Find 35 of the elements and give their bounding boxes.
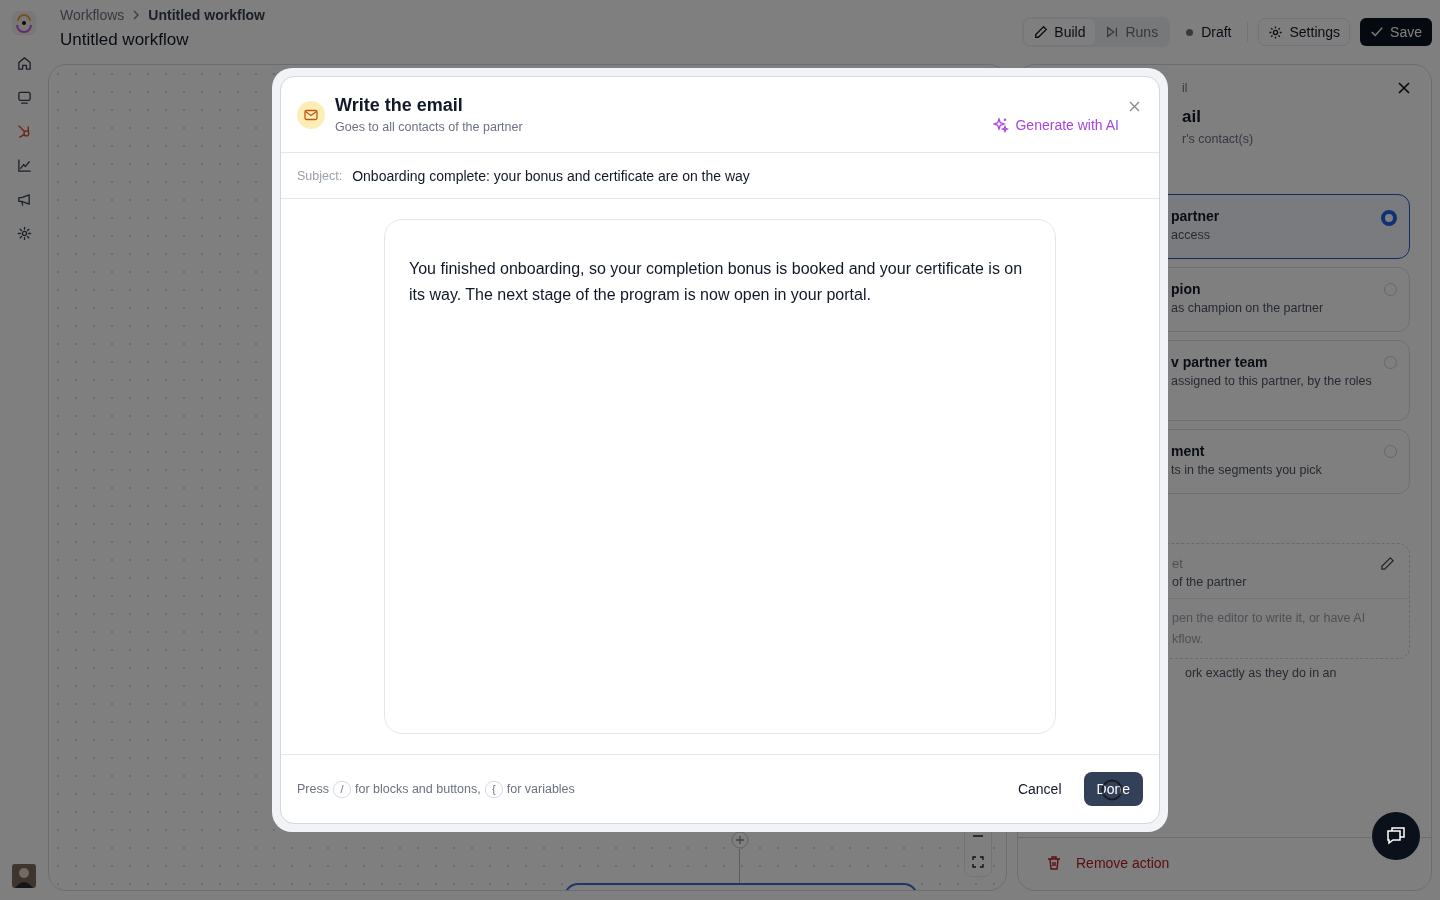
option-description: as champion on the partner — [1171, 301, 1324, 315]
panel-subtitle: r's contact(s) — [1182, 132, 1254, 146]
dialog-title: Write the email — [335, 95, 464, 116]
subject-label: Subject: — [297, 168, 343, 183]
option-description: assigned to this partner, by the roles — [1171, 374, 1372, 388]
email-body-text: You finished onboarding, so your completion bonus is booked and your certificate is on its way. The next stage of the program is now open in your portal. — [409, 259, 1023, 305]
settings-button[interactable]: Settings — [1258, 18, 1351, 46]
cancel-button[interactable]: Cancel — [1005, 773, 1074, 805]
draft-subtitle: of the partner — [1172, 575, 1247, 589]
panel-label: il — [1182, 81, 1188, 95]
breadcrumb-link[interactable]: Workflows — [60, 7, 125, 23]
remove-action-button[interactable]: Remove action — [1046, 855, 1170, 871]
option-title: partner — [1171, 208, 1220, 224]
mode-tab[interactable]: Runs — [1095, 19, 1169, 45]
option-description: access — [1171, 228, 1211, 242]
dialog-subtitle: Goes to all contacts of the partner — [335, 120, 524, 134]
panel-note: ork exactly as they do in an — [1185, 666, 1337, 680]
option-title: pion — [1171, 281, 1202, 297]
status-label: Draft — [1180, 24, 1238, 40]
hint-text: for blocks and buttons, — [354, 782, 481, 796]
done-button[interactable]: Done — [1083, 772, 1143, 806]
breadcrumb-current: Untitled workflow — [148, 7, 265, 23]
hint-text: Press — [297, 782, 329, 796]
generate-ai-button[interactable]: Generate with AI — [993, 117, 1119, 133]
panel-title: ail — [1182, 107, 1201, 127]
mode-tab[interactable]: Build — [1024, 19, 1096, 45]
key-badge: { — [484, 780, 503, 798]
page-title: Untitled workflow — [60, 30, 190, 50]
key-badge: / — [332, 780, 351, 798]
email-editor[interactable]: You finished onboarding, so your completion bonus is booked and your certificate is on its way. The next stage of the program is now open in your portal. — [384, 219, 1056, 734]
option-title: v partner team — [1171, 354, 1269, 370]
option-title: ment — [1171, 443, 1206, 459]
hint-text: for variables — [506, 782, 575, 796]
option-description: ts in the segments you pick — [1171, 463, 1322, 477]
save-button[interactable]: Save — [1360, 18, 1432, 46]
